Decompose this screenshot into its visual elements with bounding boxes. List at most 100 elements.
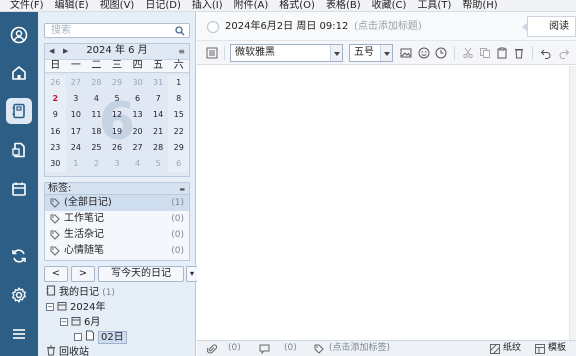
calendar-day[interactable]: 2	[45, 91, 66, 108]
menu-item[interactable]: 视图(V)	[100, 0, 135, 11]
tag-item[interactable]: 生活杂记 (0)	[45, 227, 189, 243]
clock-icon[interactable]	[434, 46, 448, 60]
tags-menu-icon[interactable]: ▬	[179, 186, 185, 193]
calendar-day[interactable]: 28	[86, 75, 107, 91]
collapse-icon[interactable]: −	[60, 318, 68, 326]
tree-year[interactable]: − 2024年	[46, 300, 105, 315]
diary-icon[interactable]	[6, 98, 32, 124]
calendar-day[interactable]: 27	[127, 140, 148, 156]
tree-day[interactable]: 02日	[74, 330, 127, 345]
calendar-title[interactable]: 2024 年 6 月	[45, 44, 189, 58]
calendar-day[interactable]: 1	[168, 75, 189, 92]
calendar-day[interactable]: 12	[107, 107, 128, 123]
menu-item[interactable]: 插入(I)	[192, 0, 223, 11]
menu-item[interactable]: 文件(F)	[10, 0, 44, 11]
calendar-day[interactable]: 23	[45, 139, 66, 156]
prev-entry-button[interactable]: <	[44, 266, 68, 282]
paper-button[interactable]: 纸纹	[503, 341, 521, 356]
font-family-select[interactable]: 微软雅黑	[230, 44, 343, 62]
paper-icon[interactable]	[490, 344, 500, 356]
tag-item[interactable]: 工作笔记 (0)	[45, 211, 189, 227]
menu-item[interactable]: 编辑(E)	[55, 0, 89, 11]
copy-icon[interactable]	[478, 46, 492, 60]
calendar-day[interactable]: 25	[86, 140, 107, 156]
cut-icon[interactable]	[461, 46, 475, 60]
attachment-icon[interactable]	[206, 344, 218, 356]
sync-icon[interactable]	[8, 245, 30, 267]
calendar-day[interactable]: 1	[66, 156, 87, 172]
calendar-day[interactable]: 19	[107, 124, 128, 140]
editor-scrollbar[interactable]	[569, 66, 576, 340]
calendar-day[interactable]: 27	[66, 75, 87, 91]
tree-trash[interactable]: 回收站	[46, 345, 89, 356]
calendar-day[interactable]: 8	[168, 91, 189, 108]
write-today-button[interactable]: 写今天的日记	[98, 266, 184, 282]
calendar-day[interactable]: 15	[168, 107, 189, 124]
redo-icon[interactable]	[557, 46, 571, 60]
emoji-icon[interactable]	[417, 46, 431, 60]
tree-month[interactable]: − 6月	[60, 315, 100, 330]
calendar-day[interactable]: 29	[168, 139, 189, 156]
comment-icon[interactable]	[259, 344, 270, 356]
calendar-day[interactable]: 28	[148, 140, 169, 156]
calendar-day[interactable]: 9	[45, 107, 66, 124]
template-button[interactable]: 模板	[548, 341, 566, 356]
calendar-day[interactable]: 6	[168, 155, 189, 173]
tag-item[interactable]: (全部日记) (1)	[45, 195, 189, 211]
tag-icon[interactable]	[314, 344, 324, 356]
calendar-day[interactable]: 16	[45, 123, 66, 140]
calendar-menu-icon[interactable]: ≡	[178, 47, 185, 56]
calendar-day[interactable]: 31	[148, 75, 169, 91]
calendar-day[interactable]: 26	[107, 140, 128, 156]
calendar-day[interactable]: 20	[127, 124, 148, 140]
image-icon[interactable]	[399, 46, 413, 60]
font-dropdown-icon[interactable]	[330, 45, 342, 61]
template-icon[interactable]	[535, 344, 545, 356]
menu-item[interactable]: 工具(T)	[417, 0, 451, 11]
title-placeholder[interactable]: (点击添加标题)	[354, 12, 422, 41]
calendar-day[interactable]: 18	[86, 124, 107, 140]
collapse-icon[interactable]: −	[46, 303, 54, 311]
menu-item[interactable]: 格式(O)	[279, 0, 315, 11]
read-button[interactable]: 阅读	[522, 16, 576, 37]
next-entry-button[interactable]: >	[71, 266, 95, 282]
undo-icon[interactable]	[539, 46, 553, 60]
settings-icon[interactable]	[8, 284, 30, 306]
notes-icon[interactable]	[8, 139, 30, 161]
calendar-day[interactable]: 14	[148, 107, 169, 123]
calendar-day[interactable]: 5	[107, 91, 128, 107]
search-icon[interactable]	[175, 26, 185, 39]
account-icon[interactable]	[8, 24, 30, 46]
menu-item[interactable]: 收藏(C)	[372, 0, 407, 11]
calendar-day[interactable]: 17	[66, 124, 87, 140]
menu-item[interactable]: 表格(B)	[326, 0, 361, 11]
menu-icon[interactable]	[8, 323, 30, 345]
layout-icon[interactable]	[205, 46, 219, 60]
calendar-day[interactable]: 30	[127, 75, 148, 91]
calendar-day[interactable]: 13	[127, 107, 148, 123]
weather-circle-icon[interactable]	[207, 21, 219, 33]
calendar-day[interactable]: 3	[66, 91, 87, 107]
calendar-day[interactable]: 7	[148, 91, 169, 107]
calendar-icon[interactable]	[8, 178, 30, 200]
calendar-day[interactable]: 29	[107, 75, 128, 91]
calendar-day[interactable]: 22	[168, 123, 189, 140]
paste-icon[interactable]	[495, 46, 509, 60]
menu-item[interactable]: 日记(D)	[145, 0, 181, 11]
calendar-day[interactable]: 11	[86, 107, 107, 123]
calendar-day[interactable]: 2	[86, 156, 107, 172]
calendar-day[interactable]: 4	[86, 91, 107, 107]
calendar-day[interactable]: 24	[66, 140, 87, 156]
add-tag-hint[interactable]: (点击添加标签)	[329, 341, 390, 356]
editor-area[interactable]	[197, 66, 569, 340]
calendar-day[interactable]: 21	[148, 124, 169, 140]
calendar-day[interactable]: 4	[127, 156, 148, 172]
calendar-day[interactable]: 10	[66, 107, 87, 123]
calendar-day[interactable]: 6	[127, 91, 148, 107]
home-icon[interactable]	[8, 62, 30, 84]
delete-icon[interactable]	[512, 46, 526, 60]
calendar-day[interactable]: 3	[107, 156, 128, 172]
menu-item[interactable]: 帮助(H)	[462, 0, 497, 11]
tag-item[interactable]: 心情随笔 (0)	[45, 243, 189, 259]
calendar-day[interactable]: 5	[148, 156, 169, 172]
